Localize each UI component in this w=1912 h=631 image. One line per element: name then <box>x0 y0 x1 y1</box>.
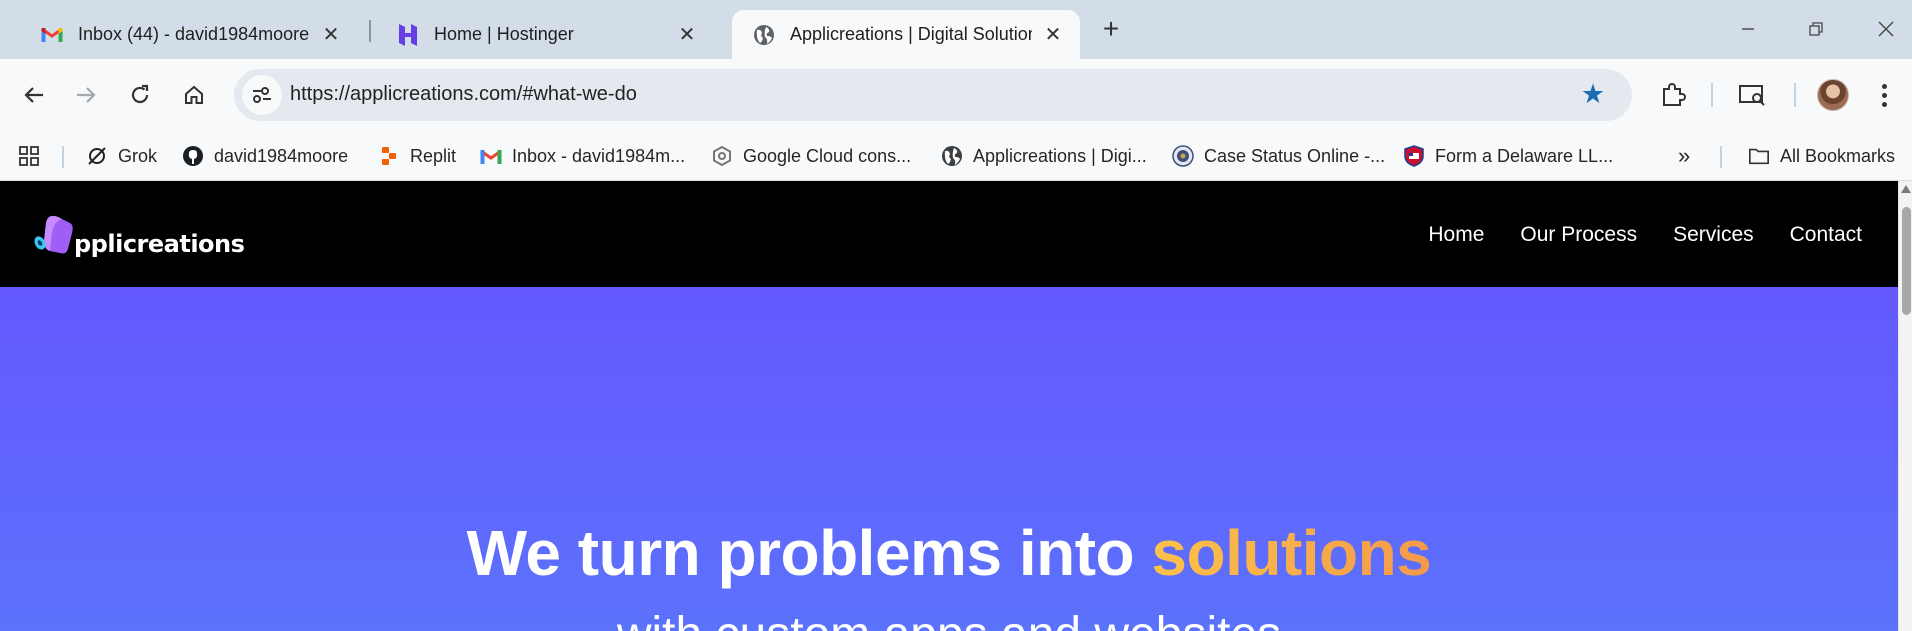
bookmark-grok[interactable]: Grok <box>86 139 157 173</box>
tab-divider <box>369 20 371 42</box>
bookmark-label: Replit <box>410 145 457 166</box>
logo-mark-icon <box>34 215 73 254</box>
bookmark-label: Applicreations | Digi... <box>973 145 1147 166</box>
menu-icon[interactable] <box>1872 79 1896 111</box>
site-settings-icon[interactable] <box>242 75 282 115</box>
hero-title: We turn problems into solutions <box>0 518 1898 588</box>
hero-title-main: We turn problems into <box>466 517 1152 589</box>
nav-link-home[interactable]: Home <box>1428 223 1484 247</box>
bookmark-github[interactable]: david1984moore <box>182 139 348 173</box>
site-nav-links: Home Our Process Services Contact <box>1428 223 1862 247</box>
bookmark-label: Google Cloud cons... <box>743 145 912 166</box>
bookmarks-bar: Grok david1984moore Replit Inbox - david… <box>0 131 1912 181</box>
globe-icon <box>941 145 963 167</box>
close-tab-icon[interactable]: ✕ <box>676 24 698 46</box>
bookmark-label: Grok <box>118 145 158 166</box>
tab-gmail-inbox[interactable]: Inbox (44) - david1984moore@gmail.com ✕ <box>20 10 358 59</box>
bookmarks-divider <box>62 146 64 168</box>
toolbar-divider <box>1711 83 1713 107</box>
address-bar[interactable]: https://applicreations.com/#what-we-do ★ <box>234 69 1632 121</box>
nav-link-our-process[interactable]: Our Process <box>1520 223 1637 247</box>
uscis-seal-icon <box>1172 145 1194 167</box>
tab-applicreations[interactable]: Applicreations | Digital Solutions ✕ <box>732 10 1080 59</box>
bookmark-replit[interactable]: Replit <box>378 139 456 173</box>
close-window-icon[interactable] <box>1866 12 1906 46</box>
apps-grid-icon[interactable] <box>18 139 40 173</box>
all-bookmarks-folder[interactable]: All Bookmarks <box>1748 139 1895 173</box>
hero-section: We turn problems into solutions with cus… <box>0 287 1898 631</box>
bookmark-applicreations[interactable]: Applicreations | Digi... <box>941 139 1147 173</box>
bookmark-case-status[interactable]: Case Status Online -... <box>1172 139 1385 173</box>
minimize-icon[interactable] <box>1728 12 1768 46</box>
hero-subtitle: with custom apps and websites <box>0 607 1898 631</box>
url-text[interactable]: https://applicreations.com/#what-we-do <box>290 83 637 106</box>
bookmark-label: All Bookmarks <box>1780 145 1896 166</box>
back-icon[interactable] <box>14 75 54 115</box>
tab-title: Inbox (44) - david1984moore@gmail.com <box>78 24 310 44</box>
bookmark-star-icon[interactable]: ★ <box>1578 79 1608 109</box>
scroll-up-arrow-icon[interactable] <box>1901 185 1911 193</box>
page-viewport: pplicreations Home Our Process Services … <box>0 181 1912 631</box>
tab-title: Applicreations | Digital Solutions <box>790 24 1032 44</box>
bookmarks-divider <box>1720 146 1722 168</box>
browser-toolbar: https://applicreations.com/#what-we-do ★ <box>0 59 1912 131</box>
folder-icon <box>1748 145 1770 167</box>
cast-icon[interactable] <box>1734 77 1770 113</box>
restore-icon[interactable] <box>1796 12 1836 46</box>
close-tab-icon[interactable]: ✕ <box>320 24 342 46</box>
hostinger-icon <box>396 23 420 47</box>
reload-icon[interactable] <box>120 75 160 115</box>
forward-icon[interactable] <box>66 75 106 115</box>
bookmark-label: david1984moore <box>214 145 349 166</box>
bookmark-delaware-llc[interactable]: Form a Delaware LL... <box>1403 139 1613 173</box>
nav-link-services[interactable]: Services <box>1673 223 1754 247</box>
extensions-icon[interactable] <box>1655 77 1691 113</box>
hero-title-accent: solutions <box>1151 517 1432 589</box>
globe-icon <box>752 23 776 47</box>
gmail-icon <box>480 145 502 167</box>
gmail-icon <box>40 23 64 47</box>
bookmark-label: Case Status Online -... <box>1204 145 1386 166</box>
profile-avatar[interactable] <box>1817 79 1849 111</box>
close-tab-icon[interactable]: ✕ <box>1042 24 1064 46</box>
replit-icon <box>378 145 400 167</box>
page-scrollbar[interactable] <box>1898 181 1912 631</box>
shield-icon <box>1403 145 1425 167</box>
more-bookmarks-chevron-icon[interactable]: » <box>1678 139 1690 173</box>
home-icon[interactable] <box>174 75 214 115</box>
bookmark-label: Inbox - david1984m... <box>512 145 686 166</box>
tab-hostinger[interactable]: Home | Hostinger ✕ <box>376 10 714 59</box>
scrollbar-thumb[interactable] <box>1902 207 1911 315</box>
tab-title: Home | Hostinger <box>434 24 574 44</box>
bookmark-gmail-inbox[interactable]: Inbox - david1984m... <box>480 139 685 173</box>
new-tab-button[interactable]: + <box>1096 13 1126 44</box>
bookmark-google-cloud[interactable]: Google Cloud cons... <box>711 139 911 173</box>
tab-strip: Inbox (44) - david1984moore@gmail.com ✕ … <box>0 0 1912 59</box>
grok-icon <box>86 145 108 167</box>
site-logo[interactable]: pplicreations <box>32 211 245 261</box>
bookmark-label: Form a Delaware LL... <box>1435 145 1614 166</box>
github-icon <box>182 145 204 167</box>
google-cloud-icon <box>711 145 733 167</box>
nav-link-contact[interactable]: Contact <box>1790 223 1862 247</box>
site-header: pplicreations Home Our Process Services … <box>0 181 1898 287</box>
logo-text: pplicreations <box>74 230 245 258</box>
toolbar-divider <box>1794 83 1796 107</box>
